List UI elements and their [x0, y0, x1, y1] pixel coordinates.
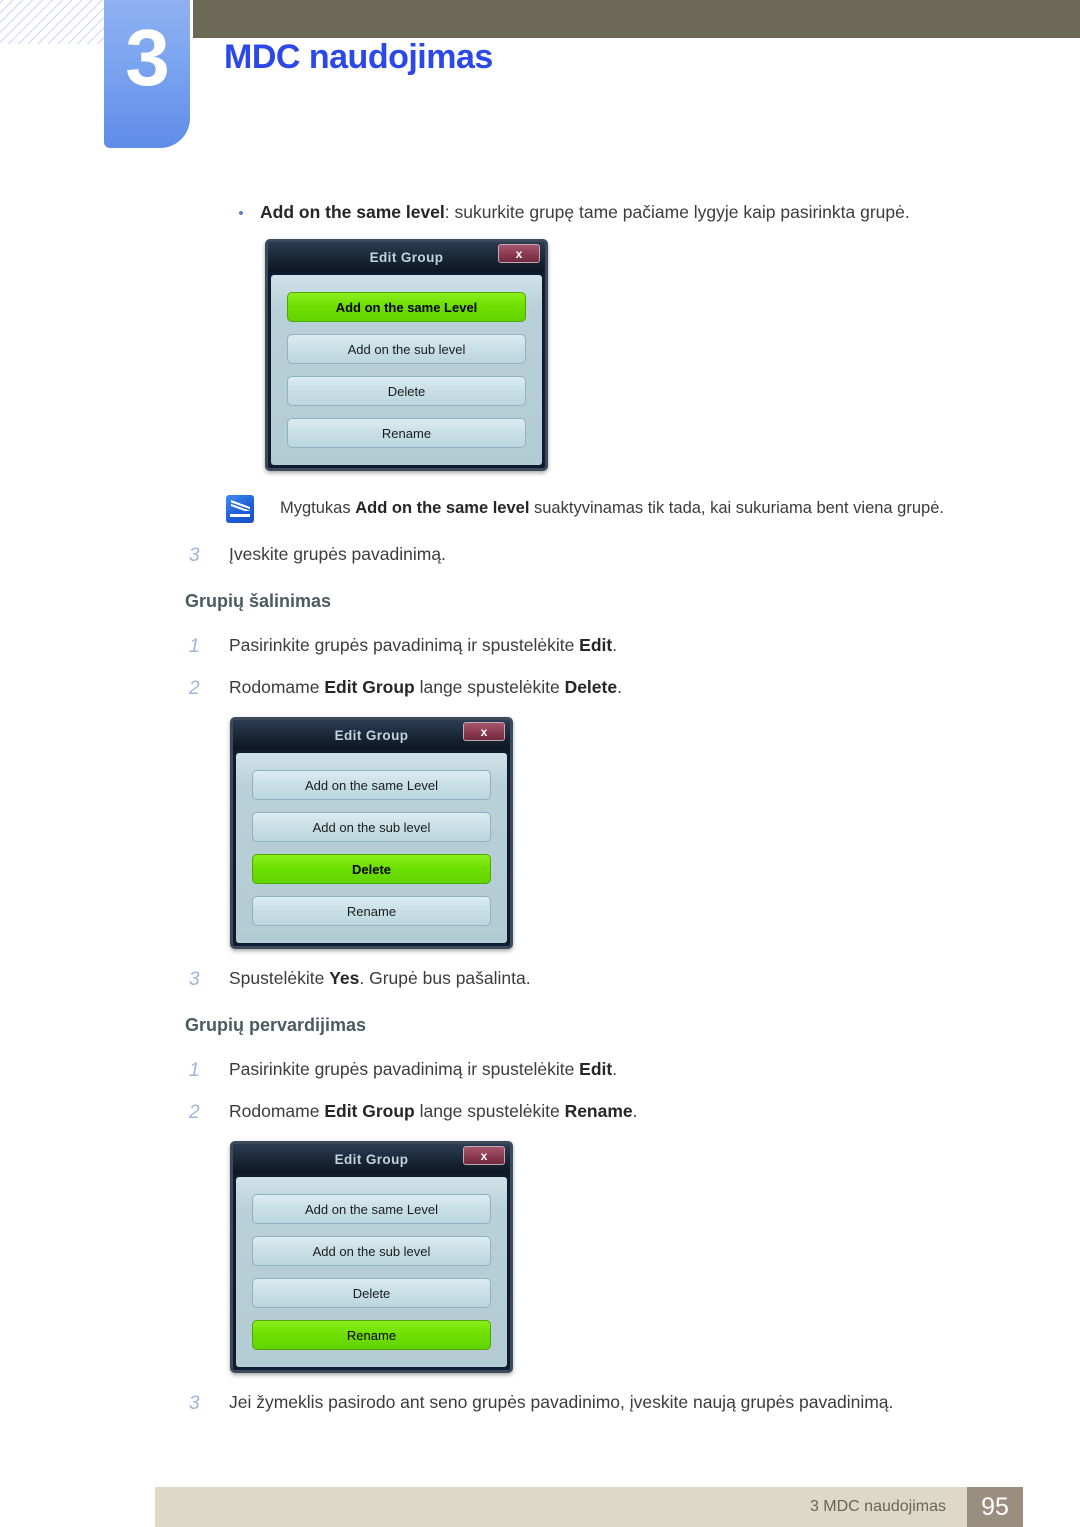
- step-bold-2: Rename: [564, 1100, 633, 1121]
- note-pencil-icon: [226, 495, 254, 524]
- section-heading-rename-groups: Grupių pervardijimas: [185, 1014, 367, 1035]
- dialog-3-titlebar: Edit Group x: [233, 1144, 510, 1175]
- corner-hatch-decoration: [0, 0, 118, 44]
- step-pre: Pasirinkite grupės pavadinimą ir spustel…: [229, 635, 580, 656]
- list-item: 3 Jei žymeklis pasirodo ant seno grupės …: [185, 1391, 1080, 1417]
- page-number: 95: [967, 1487, 1023, 1527]
- page-title: MDC naudojimas: [224, 38, 493, 76]
- list-item: 3 Įveskite grupės pavadinimą.: [185, 543, 1080, 569]
- step-post: . Grupė bus pašalinta.: [359, 968, 531, 989]
- note-text: Mygtukas Add on the same level suaktyvin…: [280, 495, 944, 520]
- bullet-bold-lead: Add on the same level: [260, 202, 445, 222]
- dialog-2-button-rename[interactable]: Rename: [252, 896, 491, 927]
- step-bold: Edit Group: [324, 1100, 415, 1121]
- dialog-1-button-rename[interactable]: Rename: [287, 418, 526, 449]
- edit-group-dialog-1: Edit Group x Add on the same Level Add o…: [265, 239, 548, 472]
- note-callout: Mygtukas Add on the same level suaktyvin…: [226, 495, 1080, 524]
- dialog-1-button-delete[interactable]: Delete: [287, 376, 526, 407]
- step-index: 2: [189, 677, 200, 699]
- step-text: Pasirinkite grupės pavadinimą ir spustel…: [229, 1058, 617, 1082]
- dialog-3-button-delete[interactable]: Delete: [252, 1278, 491, 1309]
- close-icon[interactable]: x: [463, 722, 505, 742]
- bullet-text: Add on the same level: sukurkite grupę t…: [260, 200, 910, 225]
- note-bold: Add on the same level: [355, 499, 530, 518]
- dialog-1-button-add-same-level[interactable]: Add on the same Level: [287, 292, 526, 323]
- step-bold: Edit Group: [324, 676, 415, 697]
- step-pre: Rodomame: [229, 676, 325, 697]
- dialog-1-titlebar: Edit Group x: [268, 242, 545, 273]
- dialog-3-wrapper: Edit Group x Add on the same Level Add o…: [230, 1141, 1080, 1374]
- step-index: 3: [189, 1393, 200, 1415]
- step-bold: Edit: [579, 635, 613, 656]
- note-prefix: Mygtukas: [280, 499, 356, 518]
- list-item: 3 Spustelėkite Yes. Grupė bus pašalinta.: [185, 967, 1080, 993]
- dialog-2-button-add-sub-level[interactable]: Add on the sub level: [252, 812, 491, 843]
- step-mid: lange spustelėkite: [414, 1100, 565, 1121]
- list-item: 2 Rodomame Edit Group lange spustelėkite…: [185, 676, 1080, 702]
- step-index: 1: [189, 636, 200, 658]
- dialog-1-button-add-sub-level[interactable]: Add on the sub level: [287, 334, 526, 365]
- dialog-2-titlebar: Edit Group x: [233, 720, 510, 751]
- list-item: 1 Pasirinkite grupės pavadinimą ir spust…: [185, 1058, 1080, 1084]
- bullet-item-add-same-level: • Add on the same level: sukurkite grupę…: [222, 200, 1080, 225]
- dialog-3-button-add-same-level[interactable]: Add on the same Level: [252, 1194, 491, 1225]
- step-list-intro: 3 Įveskite grupės pavadinimą.: [185, 543, 1080, 569]
- dialog-3-title: Edit Group: [334, 1151, 409, 1167]
- step-text: Jei žymeklis pasirodo ant seno grupės pa…: [229, 1392, 894, 1413]
- step-post: .: [632, 1100, 638, 1121]
- dialog-3-button-add-sub-level[interactable]: Add on the sub level: [252, 1236, 491, 1267]
- chapter-tab: 3: [104, 0, 190, 148]
- step-pre: Spustelėkite: [229, 968, 330, 989]
- step-index: 1: [189, 1059, 200, 1081]
- chapter-number: 3: [125, 13, 169, 102]
- section-1-steps: 1 Pasirinkite grupės pavadinimą ir spust…: [185, 634, 1080, 701]
- step-index: 3: [189, 545, 200, 567]
- dialog-2-title: Edit Group: [334, 727, 409, 743]
- section-1-final-step: 3 Spustelėkite Yes. Grupė bus pašalinta.: [185, 967, 1080, 993]
- section-2-steps: 1 Pasirinkite grupės pavadinimą ir spust…: [185, 1058, 1080, 1125]
- step-post: .: [617, 676, 622, 697]
- bullet-dot-icon: •: [238, 205, 244, 222]
- section-2-final-step: 3 Jei žymeklis pasirodo ant seno grupės …: [185, 1391, 1080, 1417]
- step-text: Įveskite grupės pavadinimą.: [229, 544, 446, 565]
- list-item: 2 Rodomame Edit Group lange spustelėkite…: [185, 1100, 1080, 1126]
- step-bold: Edit: [579, 1058, 613, 1079]
- dialog-3-button-rename[interactable]: Rename: [252, 1320, 491, 1351]
- header-olive-bar: [193, 0, 1080, 38]
- step-pre: Rodomame: [229, 1100, 325, 1121]
- dialog-2-body: Add on the same Level Add on the sub lev…: [236, 753, 507, 944]
- edit-group-dialog-3: Edit Group x Add on the same Level Add o…: [230, 1141, 513, 1374]
- dialog-2-button-add-same-level[interactable]: Add on the same Level: [252, 770, 491, 801]
- close-icon[interactable]: x: [463, 1146, 505, 1166]
- close-icon[interactable]: x: [498, 244, 540, 264]
- dialog-1-wrapper: Edit Group x Add on the same Level Add o…: [265, 239, 1080, 472]
- section-heading-delete-groups: Grupių šalinimas: [185, 591, 332, 612]
- step-text: Rodomame Edit Group lange spustelėkite R…: [229, 1100, 638, 1124]
- list-item: 1 Pasirinkite grupės pavadinimą ir spust…: [185, 634, 1080, 660]
- footer-bar: 3 MDC naudojimas 95: [155, 1487, 1023, 1527]
- step-text: Pasirinkite grupės pavadinimą ir spustel…: [229, 634, 617, 658]
- step-index: 2: [189, 1101, 200, 1123]
- step-bold-2: Delete: [564, 676, 618, 697]
- step-post: .: [612, 1058, 618, 1079]
- dialog-1-title: Edit Group: [369, 249, 444, 265]
- dialog-3-body: Add on the same Level Add on the sub lev…: [236, 1177, 507, 1368]
- dialog-2-wrapper: Edit Group x Add on the same Level Add o…: [230, 717, 1080, 950]
- dialog-2-button-delete[interactable]: Delete: [252, 854, 491, 885]
- step-pre: Pasirinkite grupės pavadinimą ir spustel…: [229, 1058, 580, 1079]
- step-index: 3: [189, 969, 200, 991]
- bullet-rest: : sukurkite grupę tame pačiame lygyje ka…: [444, 202, 910, 222]
- page-content: • Add on the same level: sukurkite grupę…: [0, 200, 1080, 1433]
- step-bold: Yes: [329, 968, 360, 989]
- edit-group-dialog-2: Edit Group x Add on the same Level Add o…: [230, 717, 513, 950]
- dialog-1-body: Add on the same Level Add on the sub lev…: [271, 275, 542, 466]
- step-post: .: [612, 635, 618, 656]
- step-text: Rodomame Edit Group lange spustelėkite D…: [229, 676, 622, 700]
- step-mid: lange spustelėkite: [414, 676, 565, 697]
- step-text: Spustelėkite Yes. Grupė bus pašalinta.: [229, 967, 531, 991]
- note-suffix: suaktyvinamas tik tada, kai sukuriama be…: [529, 499, 944, 518]
- footer-label: 3 MDC naudojimas: [809, 1498, 946, 1515]
